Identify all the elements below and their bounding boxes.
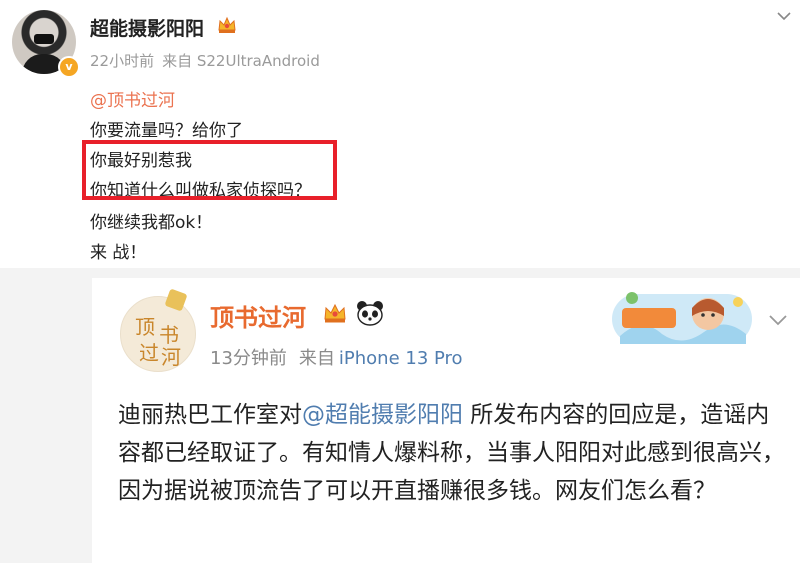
- quoted-device-link[interactable]: iPhone 13 Pro: [339, 348, 463, 369]
- quoted-post-screenshot: 顶 书 过 河 顶书过河 13分钟前 来自 iPhone 13 Pro 迪丽热巴工作…: [92, 278, 800, 563]
- avatar-sticker: [164, 288, 188, 312]
- weibo-post: v 超能摄影阳阳 22小时前 来自 S22UltraAndroid @顶书过河 你…: [0, 0, 800, 268]
- panda-icon: [357, 301, 383, 326]
- crown-icon: [218, 16, 236, 33]
- avatar-char: 过: [139, 341, 159, 365]
- decorative-banner: [612, 292, 752, 344]
- quoted-time: 13分钟前: [210, 348, 287, 369]
- post-time: 22小时前: [90, 52, 155, 70]
- quoted-text: 迪丽热巴工作室对@超能摄影阳阳 所发布内容的回应是，造谣内容都已经取证了。有知情…: [118, 396, 790, 510]
- crown-icon: [324, 303, 346, 323]
- verified-badge: v: [58, 56, 80, 78]
- quoted-source-prefix: 来自: [298, 348, 335, 369]
- quoted-username[interactable]: 顶书过河: [210, 298, 306, 333]
- chevron-down-icon[interactable]: [776, 6, 792, 27]
- post-meta: 22小时前 来自 S22UltraAndroid: [90, 50, 320, 71]
- post-line-4: 你继续我都ok！: [90, 213, 213, 233]
- avatar-mask: [34, 34, 54, 44]
- post-line-5: 来 战！: [90, 243, 147, 263]
- avatar-char: 顶: [135, 315, 155, 339]
- highlight-box: [82, 140, 337, 200]
- quoted-text-before: 迪丽热巴工作室对: [118, 402, 302, 428]
- quoted-mention-link[interactable]: @超能摄影阳阳: [302, 402, 463, 428]
- quoted-meta: 13分钟前 来自 iPhone 13 Pro: [210, 344, 463, 370]
- post-line-1: 你要流量吗？给你了: [90, 121, 243, 141]
- post-source: 来自 S22UltraAndroid: [162, 52, 320, 70]
- chevron-down-icon[interactable]: [768, 308, 788, 333]
- post-mention-link[interactable]: @顶书过河: [90, 86, 175, 111]
- avatar-char: 河: [161, 345, 181, 369]
- quoted-avatar[interactable]: 顶 书 过 河: [120, 288, 196, 372]
- post-username[interactable]: 超能摄影阳阳: [90, 14, 204, 41]
